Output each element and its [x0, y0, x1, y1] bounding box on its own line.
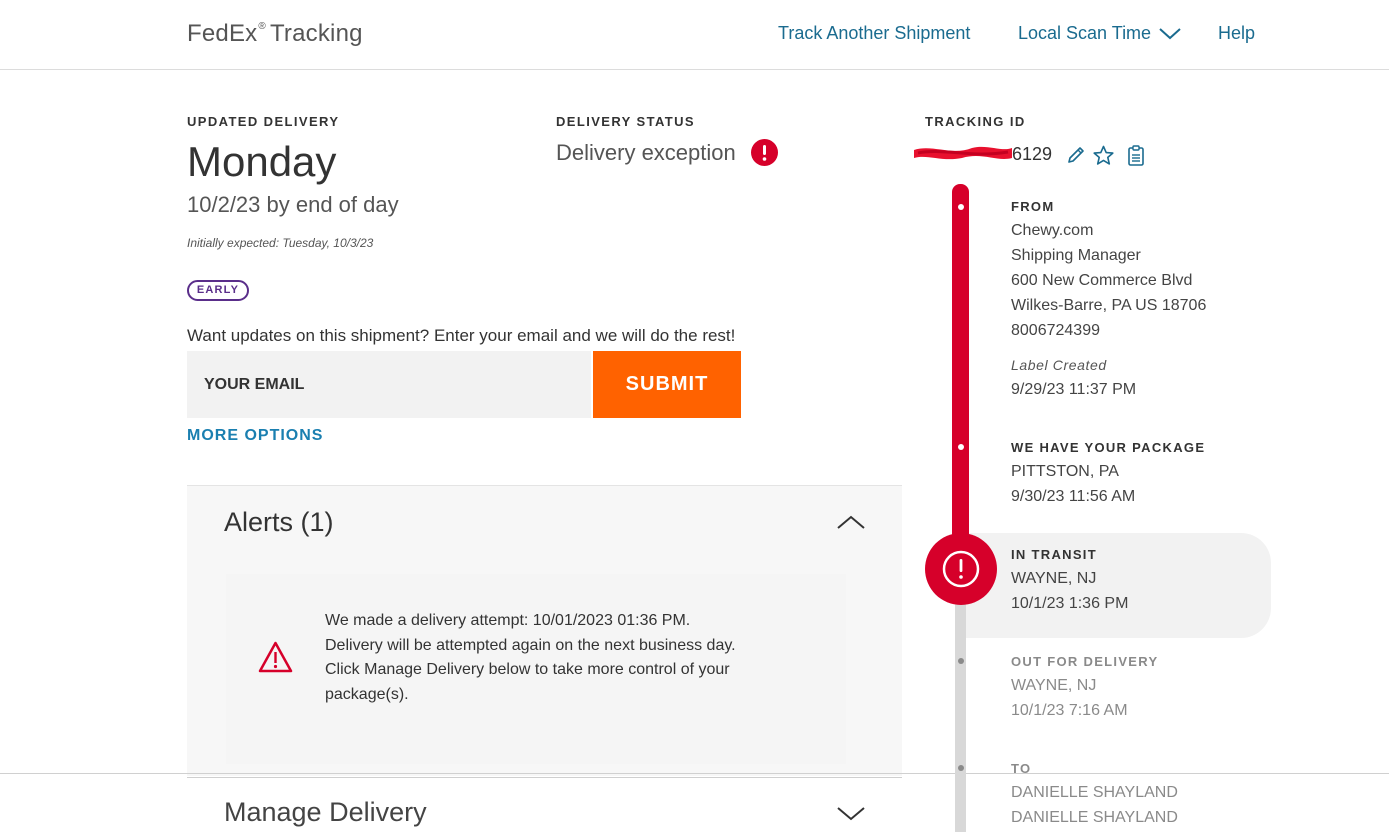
- have-package-label: WE HAVE YOUR PACKAGE: [1011, 440, 1206, 455]
- from-line: 8006724399: [1011, 322, 1100, 339]
- timeline-remaining-bar: [955, 570, 966, 832]
- email-input[interactable]: [187, 351, 591, 418]
- in-transit-location: WAYNE, NJ: [1011, 570, 1097, 587]
- timeline-progress-bar: [952, 184, 969, 569]
- tracking-id-label: TRACKING ID: [925, 114, 1026, 129]
- star-icon[interactable]: [1093, 145, 1114, 166]
- help-link[interactable]: Help: [1218, 23, 1255, 44]
- to-line: DANIELLE SHAYLAND: [1011, 784, 1178, 801]
- delivery-day: Monday: [187, 138, 337, 185]
- have-package-location: PITTSTON, PA: [1011, 463, 1119, 480]
- from-line: Wilkes-Barre, PA US 18706: [1011, 297, 1207, 314]
- early-badge: EARLY: [187, 280, 249, 301]
- alert-line: Click Manage Delivery below to take more…: [325, 661, 730, 678]
- from-line: Chewy.com: [1011, 222, 1094, 239]
- timeline-dot: [958, 204, 964, 210]
- top-header: FedEx® Tracking Track Another Shipment Lo…: [0, 0, 1389, 70]
- registered-mark: ®: [258, 21, 266, 32]
- alert-line: package(s).: [325, 685, 409, 703]
- out-for-delivery-label: OUT FOR DELIVERY: [1011, 654, 1159, 669]
- updated-delivery-label: UPDATED DELIVERY: [187, 114, 340, 129]
- label-created-label: Label Created: [1011, 357, 1107, 373]
- chevron-up-icon[interactable]: [836, 514, 866, 530]
- exclamation-circle-icon: [942, 550, 980, 588]
- pencil-icon[interactable]: [1066, 145, 1086, 165]
- local-scan-time-label: Local Scan Time: [1018, 23, 1152, 43]
- timeline-dot: [958, 765, 964, 771]
- brand-name: FedEx: [187, 20, 258, 47]
- exclamation-circle-icon: [751, 139, 778, 166]
- brand-suffix: Tracking: [269, 20, 363, 47]
- alert-line: We made a delivery attempt: 10/01/2023 0…: [325, 612, 691, 629]
- label-created-time: 9/29/23 11:37 PM: [1011, 381, 1137, 398]
- alert-line: Delivery will be attempted again on the …: [325, 636, 736, 654]
- alert-message: We made a delivery attempt: 10/01/2023 0…: [325, 609, 805, 707]
- timeline-dot: [958, 658, 964, 664]
- have-package-time: 9/30/23 11:56 AM: [1011, 488, 1136, 505]
- submit-button[interactable]: SUBMIT: [593, 351, 741, 418]
- delivery-status-value: Delivery exception: [556, 140, 736, 165]
- more-options-link[interactable]: MORE OPTIONS: [187, 427, 323, 445]
- track-another-shipment-link[interactable]: Track Another Shipment: [778, 23, 970, 44]
- tracking-id-value: 6129: [1012, 144, 1053, 164]
- in-transit-label: IN TRANSIT: [1011, 547, 1097, 562]
- in-transit-time: 10/1/23 1:36 PM: [1011, 595, 1129, 612]
- warning-triangle-icon: [258, 641, 293, 673]
- brand-title[interactable]: FedEx® Tracking: [187, 20, 363, 48]
- redaction-scribble: [914, 146, 1012, 160]
- clipboard-icon[interactable]: [1127, 145, 1145, 166]
- alerts-title[interactable]: Alerts (1): [224, 507, 334, 538]
- out-for-delivery-time: 10/1/23 7:16 AM: [1011, 702, 1128, 719]
- delivery-date: 10/2/23 by end of day: [187, 192, 399, 217]
- from-label: FROM: [1011, 199, 1055, 214]
- manage-delivery-title[interactable]: Manage Delivery: [224, 797, 427, 828]
- in-transit-highlight: [962, 533, 1271, 638]
- delivery-status-label: DELIVERY STATUS: [556, 114, 695, 129]
- out-for-delivery-location: WAYNE, NJ: [1011, 677, 1097, 694]
- local-scan-time-dropdown[interactable]: Local Scan Time: [1018, 23, 1181, 44]
- divider: [0, 773, 1389, 774]
- from-line: Shipping Manager: [1011, 247, 1141, 264]
- email-updates-prompt: Want updates on this shipment? Enter you…: [187, 326, 736, 345]
- from-line: 600 New Commerce Blvd: [1011, 272, 1193, 289]
- initially-expected: Initially expected: Tuesday, 10/3/23: [187, 236, 374, 250]
- to-line: DANIELLE SHAYLAND: [1011, 809, 1178, 826]
- chevron-down-icon: [1159, 28, 1181, 40]
- timeline-dot: [958, 444, 964, 450]
- chevron-down-icon[interactable]: [836, 806, 866, 822]
- to-label: TO: [1011, 761, 1032, 776]
